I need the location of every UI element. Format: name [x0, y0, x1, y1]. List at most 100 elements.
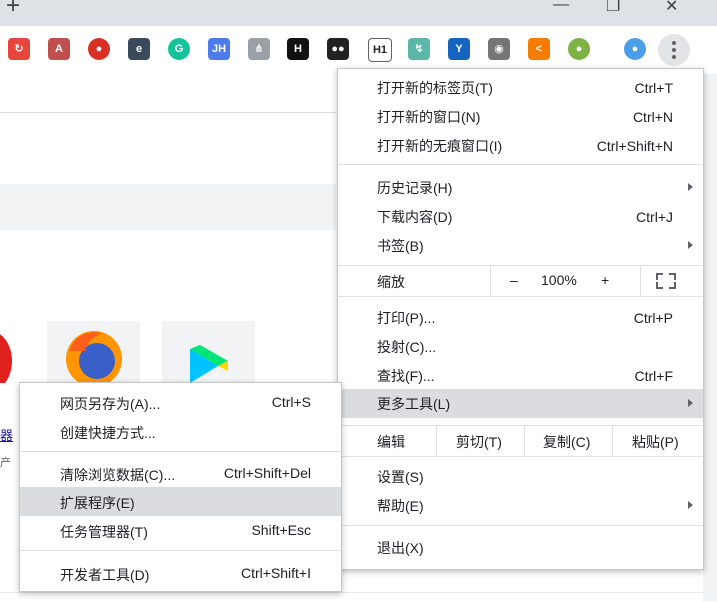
shortcut-tile-firefox[interactable]	[47, 321, 140, 383]
menu-dot-icon	[672, 41, 676, 45]
submenu-arrow-icon	[688, 399, 693, 407]
menu-item-label: 书签(B)	[377, 237, 424, 254]
menu-separator	[338, 164, 703, 165]
share-icon[interactable]: <	[528, 38, 550, 60]
more-tools-submenu: 网页另存为(A)... Ctrl+S 创建快捷方式... 清除浏览数据(C)..…	[19, 382, 342, 592]
menu-item-label: 帮助(E)	[377, 497, 424, 514]
chrome-menu-button[interactable]	[658, 34, 690, 66]
menu-item-shortcut: Ctrl+F	[634, 367, 674, 384]
grammarly-icon[interactable]: G	[168, 38, 190, 60]
menu-item-label: 历史记录(H)	[377, 179, 453, 196]
page-scrollbar[interactable]	[703, 74, 717, 601]
submenu-item-label: 创建快捷方式...	[60, 425, 156, 441]
copy-button[interactable]: 复制(C)	[543, 432, 590, 452]
zoom-in-button[interactable]: +	[601, 272, 609, 288]
shortcut-caption: 产	[0, 457, 11, 469]
opera-icon	[0, 334, 12, 383]
menu-item-settings[interactable]: 设置(S)	[338, 462, 703, 491]
menu-item-label: 查找(F)...	[377, 367, 435, 384]
submenu-item-extensions[interactable]: 扩展程序(E)	[20, 487, 341, 516]
menu-dot-icon	[672, 48, 676, 52]
menu-item-label: 设置(S)	[377, 468, 424, 485]
menu-item-label: 打开新的窗口(N)	[377, 108, 481, 125]
menu-dot-icon	[672, 55, 676, 59]
submenu-item-save-page[interactable]: 网页另存为(A)... Ctrl+S	[20, 388, 341, 417]
jh-icon[interactable]: JH	[208, 38, 230, 60]
submenu-item-label: 任务管理器(T)	[60, 524, 148, 540]
zoom-label: 缩放	[377, 274, 405, 290]
submenu-item-task-manager[interactable]: 任务管理器(T) Shift+Esc	[20, 516, 341, 545]
submenu-item-shortcut: Ctrl+Shift+Del	[223, 465, 311, 481]
title-bar: + — ❐ ✕	[0, 0, 717, 26]
menu-separator	[338, 525, 703, 526]
record-icon[interactable]: ●	[88, 38, 110, 60]
menu-item-shortcut: Ctrl+P	[633, 309, 673, 326]
menu-item-label: 退出(X)	[377, 539, 424, 556]
close-window-button[interactable]: ✕	[665, 0, 678, 16]
submenu-item-shortcut: Ctrl+Shift+I	[240, 565, 311, 581]
firefox-icon	[66, 331, 122, 383]
submenu-separator	[20, 550, 341, 551]
hs-icon[interactable]: H	[287, 38, 309, 60]
menu-item-label: 打印(P)...	[377, 309, 436, 326]
submenu-item-label: 网页另存为(A)...	[60, 396, 161, 412]
menu-item-cast[interactable]: 投射(C)...	[338, 332, 703, 361]
menu-item-exit[interactable]: 退出(X)	[338, 533, 703, 562]
menu-item-label: 打开新的标签页(T)	[377, 79, 493, 96]
submenu-item-dev-tools[interactable]: 开发者工具(D) Ctrl+Shift+I	[20, 559, 341, 588]
menu-item-help[interactable]: 帮助(E)	[338, 491, 703, 520]
tampermonkey-icon[interactable]: ●●	[327, 38, 349, 60]
yoast-icon[interactable]: Y	[448, 38, 470, 60]
menu-item-label: 更多工具(L)	[377, 395, 451, 412]
menu-separator	[338, 296, 703, 297]
menu-item-label: 投射(C)...	[377, 338, 437, 355]
shortcut-tile-opera[interactable]	[0, 321, 24, 383]
submenu-item-shortcut: Ctrl+S	[271, 394, 311, 410]
submenu-item-create-shortcut[interactable]: 创建快捷方式...	[20, 417, 341, 446]
ublock-icon[interactable]: e	[128, 38, 150, 60]
status-icon[interactable]: ●	[568, 38, 590, 60]
menu-item-new-tab[interactable]: 打开新的标签页(T) Ctrl+T	[338, 73, 703, 102]
submenu-arrow-icon	[688, 241, 693, 249]
pdf-icon[interactable]: A	[48, 38, 70, 60]
edit-label: 编辑	[377, 434, 405, 450]
submenu-arrow-icon	[688, 501, 693, 509]
submenu-separator	[20, 451, 341, 452]
menu-item-shortcut: Ctrl+N	[632, 108, 673, 125]
menu-item-bookmarks[interactable]: 书签(B)	[338, 231, 703, 260]
menu-item-new-window[interactable]: 打开新的窗口(N) Ctrl+N	[338, 102, 703, 131]
submenu-item-clear-data[interactable]: 清除浏览数据(C)... Ctrl+Shift+Del	[20, 459, 341, 488]
shortcut-label-link[interactable]: 器	[0, 425, 13, 444]
play-store-icon	[190, 345, 228, 383]
paste-button[interactable]: 粘贴(P)	[632, 432, 679, 452]
menu-item-shortcut: Ctrl+J	[636, 208, 673, 225]
menu-zoom-row: 缩放 – 100% +	[338, 266, 703, 296]
menu-item-downloads[interactable]: 下载内容(D) Ctrl+J	[338, 202, 703, 231]
sitemap-icon[interactable]: ⋔	[248, 38, 270, 60]
profile-icon[interactable]: ●	[624, 38, 646, 60]
submenu-item-label: 扩展程序(E)	[60, 495, 135, 511]
submenu-item-label: 开发者工具(D)	[60, 567, 150, 583]
fullscreen-icon[interactable]	[656, 273, 676, 289]
maximize-button[interactable]: ❐	[606, 0, 620, 16]
shortcut-tile-play-store[interactable]	[162, 321, 255, 383]
menu-item-shortcut: Ctrl+Shift+N	[596, 137, 673, 154]
menu-edit-row: 编辑 剪切(T) 复制(C) 粘贴(P)	[338, 426, 703, 456]
lastpass-icon[interactable]: ↻	[8, 38, 30, 60]
menu-item-history[interactable]: 历史记录(H)	[338, 173, 703, 202]
submenu-item-shortcut: Shift+Esc	[251, 522, 311, 538]
new-tab-button[interactable]: +	[6, 0, 20, 18]
vpn-icon[interactable]: ↯	[408, 38, 430, 60]
menu-item-shortcut: Ctrl+T	[634, 79, 674, 96]
h1-icon[interactable]: H1	[368, 38, 392, 62]
menu-item-find[interactable]: 查找(F)... Ctrl+F	[338, 361, 703, 390]
menu-item-label: 下载内容(D)	[377, 208, 453, 225]
minimize-button[interactable]: —	[553, 0, 569, 14]
camera-icon[interactable]: ◉	[488, 38, 510, 60]
submenu-arrow-icon	[688, 183, 693, 191]
zoom-out-button[interactable]: –	[510, 272, 518, 288]
menu-item-more-tools[interactable]: 更多工具(L)	[338, 389, 703, 418]
menu-item-print[interactable]: 打印(P)... Ctrl+P	[338, 303, 703, 332]
cut-button[interactable]: 剪切(T)	[456, 432, 502, 452]
menu-item-new-incognito[interactable]: 打开新的无痕窗口(I) Ctrl+Shift+N	[338, 131, 703, 160]
